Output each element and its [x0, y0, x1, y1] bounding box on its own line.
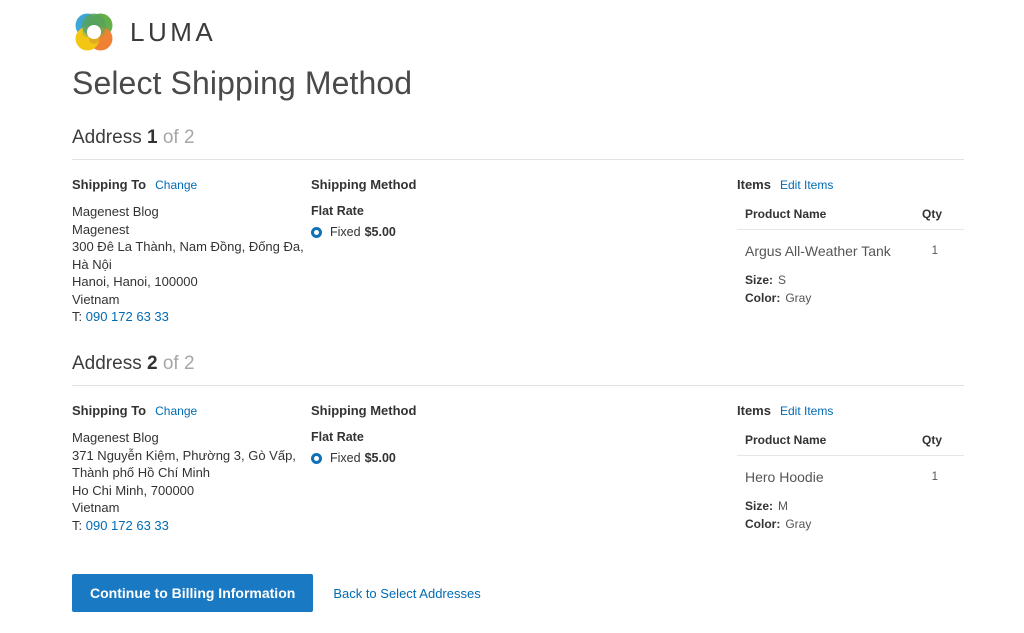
address-word: Address	[72, 127, 142, 148]
item-option-label: Color:	[745, 517, 781, 531]
address-line: 371 Nguyễn Kiệm, Phường 3, Gò Vấp,	[72, 447, 296, 463]
shipping-rate-label: Fixed	[330, 225, 361, 239]
checkout-shipping-method-page: LUMA Select Shipping Method Address 1 of…	[0, 0, 1024, 633]
shipping-rate-radio[interactable]	[311, 452, 322, 464]
shipping-rate-label: Fixed	[330, 451, 361, 465]
address-line: Magenest Blog	[72, 430, 159, 445]
brand-name: LUMA	[130, 16, 217, 47]
address-lines: Magenest Blog 371 Nguyễn Kiệm, Phường 3,…	[72, 429, 302, 534]
address-line: Hanoi, Hanoi, 100000	[72, 274, 198, 289]
item-option-value: S	[778, 273, 787, 287]
item-option-row: Size: S	[745, 271, 964, 289]
change-address-link[interactable]: Change	[155, 178, 197, 192]
carrier-name: Flat Rate	[311, 204, 364, 218]
address-line: Hà Nội	[72, 256, 112, 272]
table-header-row: Product Name Qty	[737, 433, 964, 456]
address-total: 2	[183, 127, 195, 148]
item-option-row: Color: Gray	[745, 515, 964, 533]
shipping-method-column: Shipping Method Flat Rate Fixed $5.00	[311, 176, 711, 239]
items-column: Items Edit Items Product Name Qty Hero Ho…	[737, 402, 964, 533]
back-to-select-addresses-link[interactable]: Back to Select Addresses	[333, 586, 480, 601]
continue-to-billing-button[interactable]: Continue to Billing Information	[72, 574, 314, 612]
shipping-method-title: Shipping Method	[311, 403, 417, 418]
address-line: 300 Đê La Thành, Nam Đồng, Đống Đa,	[72, 239, 304, 254]
carrier-name: Flat Rate	[311, 430, 364, 444]
item-option-value: Gray	[785, 517, 812, 531]
table-row: Argus All-Weather Tank 1	[737, 230, 964, 259]
item-qty: 1	[931, 471, 938, 483]
shipping-method-title: Shipping Method	[311, 177, 417, 192]
item-options: Size: S Color: Gray	[737, 271, 964, 307]
shipping-rate-radio[interactable]	[311, 226, 322, 238]
item-product-name: Hero Hoodie	[745, 469, 824, 485]
item-option-label: Color:	[745, 291, 781, 305]
address-columns: Shipping To Change Magenest Blog 371 Nguy…	[72, 402, 964, 582]
item-product-name: Argus All-Weather Tank	[745, 243, 891, 259]
address-phone-line: T: 090 172 63 33	[72, 517, 302, 535]
section-divider	[72, 385, 964, 386]
shipping-rate-option[interactable]: Fixed $5.00	[311, 225, 711, 239]
col-header-product-name: Product Name	[737, 207, 904, 230]
shipping-to-title: Shipping To	[72, 177, 147, 192]
address-heading: Address 1 of 2	[72, 125, 964, 155]
address-of-word: of	[162, 353, 179, 374]
address-line: Ho Chi Minh, 700000	[72, 482, 195, 498]
shipping-to-column: Shipping To Change Magenest Blog Magenest…	[72, 176, 304, 326]
shipping-method-column: Shipping Method Flat Rate Fixed $5.00	[311, 402, 711, 465]
col-header-qty: Qty	[904, 433, 964, 456]
address-phone-line: T: 090 172 63 33	[72, 308, 302, 326]
address-columns: Shipping To Change Magenest Blog Magenest…	[72, 176, 964, 356]
item-options: Size: M Color: Gray	[737, 497, 964, 533]
luma-logo-svg	[75, 13, 113, 51]
address-lines: Magenest Blog Magenest 300 Đê La Thành, …	[72, 203, 304, 326]
phone-prefix: T:	[72, 309, 83, 324]
shipping-rate-option[interactable]: Fixed $5.00	[311, 451, 711, 465]
table-header-row: Product Name Qty	[737, 207, 964, 230]
address-index: 2	[146, 353, 158, 374]
address-block: Address 1 of 2 Shipping To Change Magenes…	[72, 125, 964, 356]
address-word: Address	[72, 353, 142, 374]
items-title: Items	[737, 403, 771, 418]
shipping-to-column: Shipping To Change Magenest Blog 371 Nguy…	[72, 402, 302, 534]
col-header-product-name: Product Name	[737, 433, 904, 456]
edit-items-link[interactable]: Edit Items	[780, 404, 833, 418]
page-title: Select Shipping Method	[72, 65, 413, 101]
address-of-word: of	[162, 127, 179, 148]
item-qty: 1	[931, 245, 938, 257]
col-header-qty: Qty	[904, 207, 964, 230]
item-option-value: M	[778, 499, 789, 513]
phone-prefix: T:	[72, 517, 83, 533]
item-option-label: Size:	[745, 273, 774, 287]
items-column: Items Edit Items Product Name Qty Argus A…	[737, 176, 964, 307]
site-header: LUMA	[72, 10, 216, 54]
section-divider	[72, 159, 964, 160]
shipping-rate-price: $5.00	[364, 225, 396, 239]
change-address-link[interactable]: Change	[155, 404, 197, 418]
address-index: 1	[146, 127, 158, 148]
form-actions: Continue to Billing Information Back to …	[72, 574, 481, 612]
item-option-row: Size: M	[745, 497, 964, 515]
address-line: Vietnam	[72, 500, 120, 515]
items-table: Product Name Qty Argus All-Weather Tank …	[737, 207, 964, 259]
item-option-label: Size:	[745, 499, 774, 513]
item-option-row: Color: Gray	[745, 289, 964, 307]
item-option-value: Gray	[785, 291, 812, 305]
address-block: Address 2 of 2 Shipping To Change Magenes…	[72, 351, 964, 582]
address-line: Vietnam	[72, 291, 120, 307]
address-heading: Address 2 of 2	[72, 351, 964, 381]
edit-items-link[interactable]: Edit Items	[780, 178, 833, 192]
table-row: Hero Hoodie 1	[737, 456, 964, 485]
address-total: 2	[183, 353, 195, 374]
items-table: Product Name Qty Hero Hoodie 1	[737, 433, 964, 485]
phone-link[interactable]: 090 172 63 33	[86, 518, 169, 533]
items-title: Items	[737, 177, 771, 192]
luma-logo-icon[interactable]	[72, 10, 116, 54]
address-line: Thành phố Hồ Chí Minh	[72, 465, 211, 480]
shipping-to-title: Shipping To	[72, 403, 147, 418]
address-line: Magenest Blog	[72, 204, 159, 219]
shipping-rate-price: $5.00	[364, 451, 396, 465]
address-line: Magenest	[72, 221, 130, 237]
phone-link[interactable]: 090 172 63 33	[86, 309, 169, 324]
